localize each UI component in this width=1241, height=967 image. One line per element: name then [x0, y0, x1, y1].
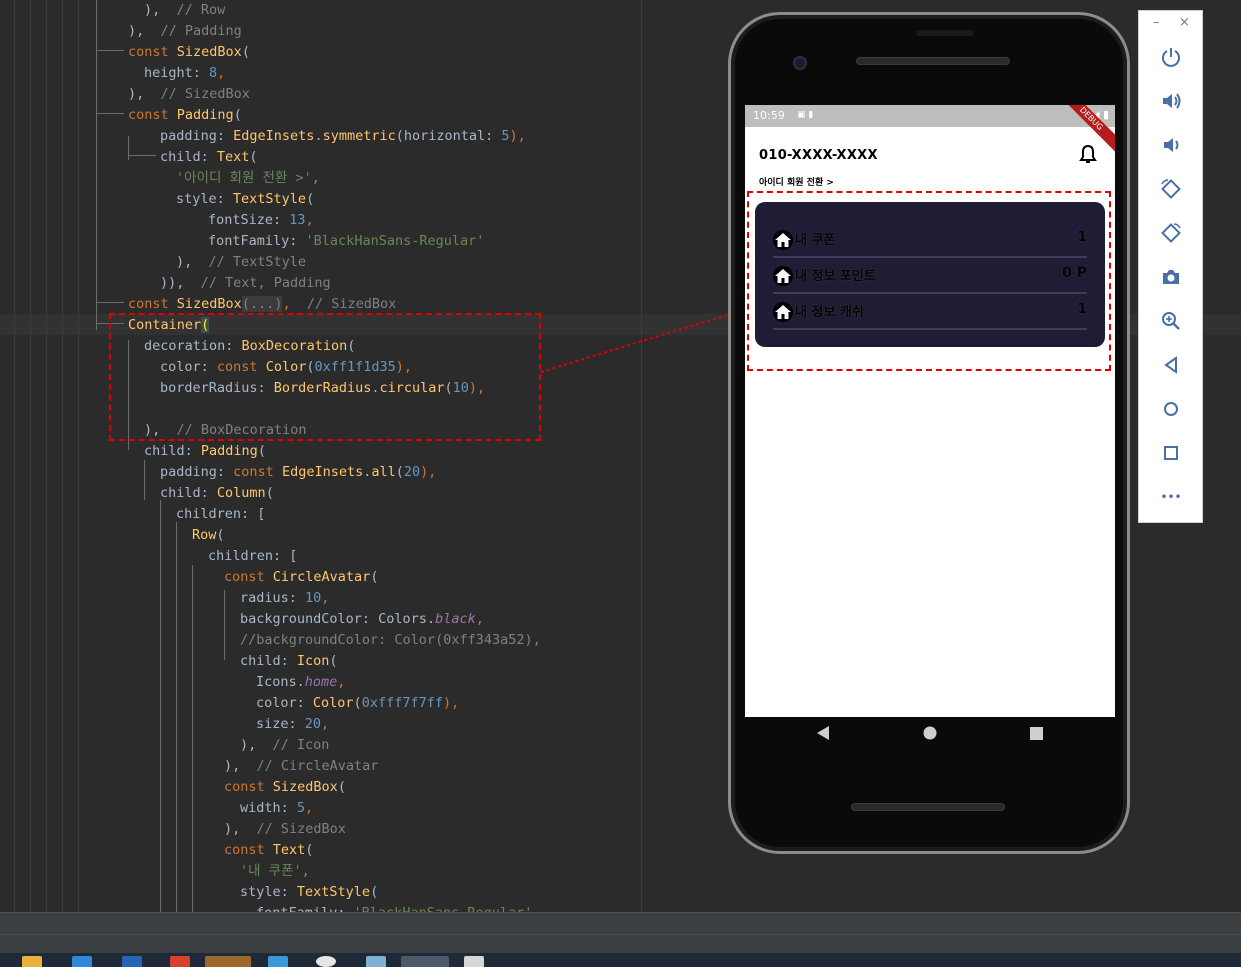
- earpiece-speaker: [856, 57, 1010, 65]
- annotation-box-preview: [747, 191, 1111, 371]
- bell-icon[interactable]: [1079, 145, 1097, 165]
- emulator-toolbar: – × •••: [1138, 10, 1203, 523]
- volume-up-icon[interactable]: [1157, 87, 1185, 115]
- minimize-button[interactable]: –: [1153, 15, 1160, 30]
- rotate-left-icon[interactable]: [1157, 175, 1185, 203]
- taskbar-app-icon[interactable]: [464, 956, 484, 967]
- android-emulator-device: 10:59 ▣ ▮ ▼◢ ▮ DEBUG 010-XXXX-XXXX 아이디 회…: [728, 12, 1130, 854]
- taskbar-app-icon[interactable]: [122, 956, 142, 967]
- windows-taskbar: [0, 953, 1241, 967]
- power-icon[interactable]: [1157, 43, 1185, 71]
- zoom-icon[interactable]: [1157, 307, 1185, 335]
- taskbar-explorer-icon[interactable]: [22, 956, 42, 967]
- status-time: 10:59: [753, 109, 785, 122]
- close-button[interactable]: ×: [1179, 15, 1190, 30]
- taskbar-app-icon[interactable]: [72, 956, 92, 967]
- home-icon[interactable]: [1157, 395, 1185, 423]
- front-camera: [793, 56, 807, 70]
- more-icon[interactable]: •••: [1157, 483, 1185, 511]
- taskbar-app-icon[interactable]: [366, 956, 386, 967]
- id-switch-link[interactable]: 아이디 회원 전환 >: [759, 175, 834, 188]
- annotation-box-code: [109, 313, 541, 441]
- home-nav-icon[interactable]: [923, 726, 937, 740]
- taskbar-app-icon[interactable]: [316, 956, 336, 967]
- sensor-slot: [916, 30, 974, 36]
- rotate-right-icon[interactable]: [1157, 219, 1185, 247]
- phone-number-title: 010-XXXX-XXXX: [759, 148, 878, 163]
- status-bar: 10:59 ▣ ▮ ▼◢ ▮: [745, 105, 1115, 127]
- taskbar-app-icon[interactable]: [205, 956, 251, 967]
- taskbar-app-icon[interactable]: [268, 956, 288, 967]
- ide-status-strip: [0, 912, 1241, 934]
- notification-icons: ▣ ▮: [797, 110, 814, 120]
- overview-icon[interactable]: [1157, 439, 1185, 467]
- taskbar-app-icon[interactable]: [401, 956, 449, 967]
- ide-bottom-strip: [0, 934, 1241, 953]
- android-nav-bar: [745, 717, 1115, 761]
- taskbar-app-icon[interactable]: [170, 956, 190, 967]
- overview-nav-icon[interactable]: [1030, 727, 1043, 740]
- volume-down-icon[interactable]: [1157, 131, 1185, 159]
- back-icon[interactable]: [1157, 351, 1185, 379]
- bottom-speaker: [851, 803, 1005, 811]
- back-nav-icon[interactable]: [817, 726, 829, 740]
- camera-icon[interactable]: [1157, 263, 1185, 291]
